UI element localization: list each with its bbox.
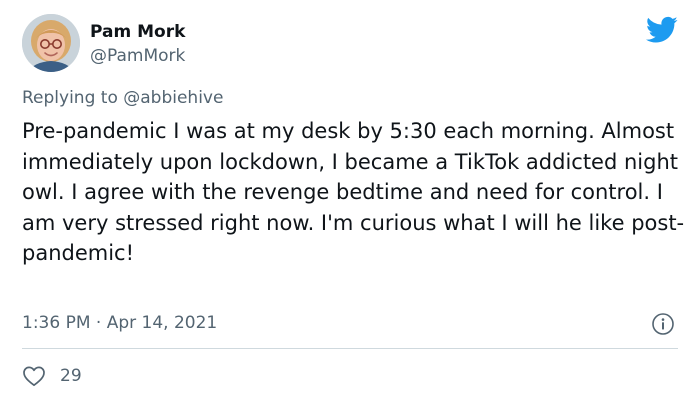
tweet-text: Pre-pandemic I was at my desk by 5:30 ea… (22, 119, 685, 265)
tweet-date: Apr 14, 2021 (106, 313, 218, 333)
avatar-image (22, 14, 80, 72)
tweet-time: 1:36 PM (22, 313, 91, 333)
info-circle-icon[interactable] (651, 312, 675, 336)
heart-outline-icon (23, 366, 45, 387)
like-count: 29 (60, 366, 82, 386)
author-handle[interactable]: @PamMork (90, 46, 185, 66)
reply-prefix: Replying to (22, 88, 124, 108)
avatar[interactable] (22, 14, 80, 72)
reply-context: Replying to @abbiehive (22, 88, 223, 108)
twitter-bird-icon[interactable] (646, 16, 678, 44)
author-name[interactable]: Pam Mork (90, 22, 185, 42)
tweet-card: Pam Mork @PamMork Replying to @abbiehive… (0, 0, 700, 402)
meta-separator: · (95, 313, 102, 333)
tweet-timestamp[interactable]: 1:36 PM · Apr 14, 2021 (22, 313, 217, 333)
reply-mention-link[interactable]: @abbiehive (123, 88, 223, 108)
divider (22, 348, 678, 349)
like-button[interactable]: 29 (22, 364, 82, 388)
